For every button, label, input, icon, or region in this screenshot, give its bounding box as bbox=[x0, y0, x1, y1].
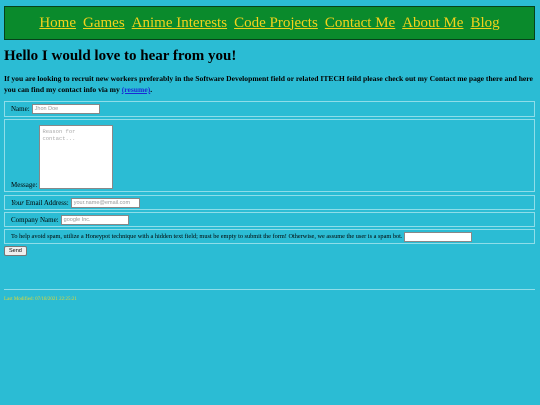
email-row: Your Email Address: your.name@email.com bbox=[4, 195, 535, 210]
top-navigation: Home Games Anime Interests Code Projects… bbox=[4, 6, 535, 40]
company-input[interactable]: google Inc. bbox=[60, 214, 129, 225]
nav-link-about-me[interactable]: About Me bbox=[402, 15, 463, 32]
message-label: Message: bbox=[11, 181, 38, 189]
send-button[interactable]: Send bbox=[4, 246, 27, 256]
company-row: Company Name: google Inc. bbox=[4, 212, 535, 227]
intro-text: If you are looking to recruit new worker… bbox=[4, 74, 533, 94]
email-label: Your Email Address: bbox=[11, 199, 69, 207]
resume-link[interactable]: (resume) bbox=[122, 85, 151, 94]
email-label-your: Your bbox=[11, 198, 24, 207]
nav-link-contact-me[interactable]: Contact Me bbox=[325, 15, 395, 32]
nav-link-games[interactable]: Games bbox=[83, 15, 125, 32]
email-label-text: Email Address: bbox=[23, 198, 69, 207]
name-row: Name: Jhon Doe bbox=[4, 101, 535, 117]
page-title: Hello I would love to hear from you! bbox=[4, 48, 237, 64]
honeypot-row: To help avoid spam, utilize a Honeypot t… bbox=[4, 229, 535, 244]
message-row: Message: Reason for contact... bbox=[4, 119, 535, 192]
message-textarea[interactable]: Reason for contact... bbox=[39, 125, 114, 189]
intro-paragraph: If you are looking to recruit new worker… bbox=[4, 73, 537, 95]
company-label: Company Name: bbox=[11, 215, 59, 224]
nav-link-blog[interactable]: Blog bbox=[470, 15, 499, 32]
footer-divider bbox=[4, 289, 535, 290]
nav-link-home[interactable]: Home bbox=[39, 15, 76, 32]
intro-end: . bbox=[150, 85, 153, 94]
email-input[interactable]: your.name@email.com bbox=[70, 197, 140, 208]
name-input[interactable]: Jhon Doe bbox=[31, 104, 100, 114]
nav-link-code-projects[interactable]: Code Projects bbox=[234, 15, 318, 32]
honeypot-label: To help avoid spam, utilize a Honeypot t… bbox=[11, 233, 403, 240]
last-modified-text: Last Modified: 07/18/2021 22:25:21 bbox=[4, 297, 77, 302]
nav-link-anime-interests[interactable]: Anime Interests bbox=[132, 15, 227, 32]
honeypot-input[interactable] bbox=[404, 231, 473, 242]
name-label: Name: bbox=[11, 105, 30, 113]
